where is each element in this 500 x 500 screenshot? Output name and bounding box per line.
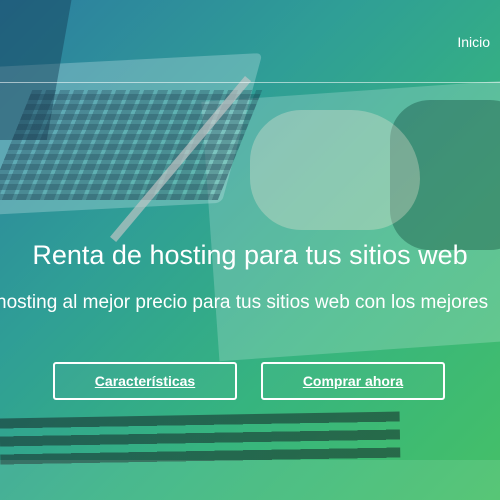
desk-edge (0, 460, 500, 500)
hero-section: Inicio Renta de hosting para tus sitios … (0, 0, 500, 500)
hero-subtitle: hosting al mejor precio para tus sitios … (0, 292, 489, 313)
hero-title: Renta de hosting para tus sitios web (32, 240, 468, 270)
nav-link-inicio[interactable]: Inicio (457, 34, 490, 50)
buy-now-button[interactable]: Comprar ahora (261, 362, 445, 400)
features-button[interactable]: Características (53, 362, 237, 400)
top-navbar: Inicio (0, 0, 500, 83)
hand (250, 110, 420, 230)
